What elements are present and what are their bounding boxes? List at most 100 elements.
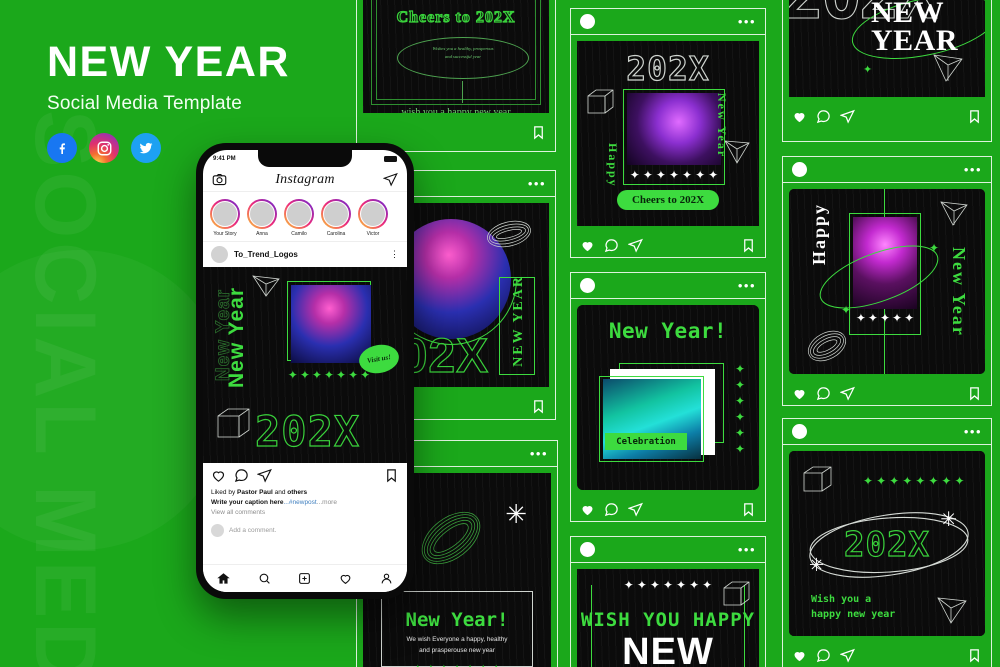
more-options-icon[interactable]: ••• [964, 425, 982, 438]
bookmark-icon[interactable] [967, 386, 982, 401]
bookmark-icon[interactable] [741, 238, 756, 253]
phone-mockup: 9:41 PM Instagram Your Story Anna Camilo… [196, 143, 414, 599]
background-watermark: SOCIAL MEDIA TEM [17, 110, 113, 667]
caption-more[interactable]: ...more [317, 499, 337, 506]
photo-fireworks [627, 93, 721, 165]
comment-icon[interactable] [816, 386, 831, 401]
liked-user[interactable]: Pastor Paul [237, 489, 273, 496]
story-item[interactable]: Camilo [283, 199, 315, 237]
star-row: ✦ ✦ ✦ ✦ ✦ ✦ ✦ ✦ [863, 474, 965, 488]
card-pill-label[interactable]: Cheers to 202X [617, 190, 719, 210]
share-icon[interactable] [840, 648, 855, 663]
coil-shape-icon [411, 499, 491, 577]
heart-icon[interactable] [580, 238, 595, 253]
post-card-wish-you-happy[interactable]: ••• ✦✦✦✦✦✦✦ WISH YOU HAPPY NEW YEAR [570, 536, 766, 667]
add-post-icon[interactable] [298, 572, 311, 585]
bookmark-icon[interactable] [531, 125, 546, 140]
card-actions [571, 496, 765, 522]
card-header: ••• [571, 537, 765, 563]
search-icon[interactable] [258, 572, 271, 585]
comment-icon[interactable] [234, 468, 249, 483]
post-username[interactable]: To_Trend_Logos [234, 250, 384, 259]
bookmark-icon[interactable] [967, 648, 982, 663]
comment-icon[interactable] [604, 502, 619, 517]
cube-shape-icon [723, 581, 751, 609]
share-icon[interactable] [628, 502, 643, 517]
sparkle-icon: ✳ [809, 555, 825, 575]
comment-icon[interactable] [816, 109, 831, 124]
sparkle-icon: ✳ [940, 509, 957, 531]
facebook-icon[interactable] [47, 133, 77, 164]
heart-icon[interactable] [211, 468, 226, 483]
more-options-icon[interactable]: ⋮ [390, 250, 399, 259]
more-options-icon[interactable]: ••• [738, 15, 756, 28]
post-header: To_Trend_Logos ⋮ [203, 241, 407, 267]
post-card-happy-fireworks[interactable]: ••• Happy New Year ✦ ✦ ✦ ✦ ✦ ✦ ✦ [782, 156, 992, 406]
post-card-big-newyear[interactable]: 202X NEW YEAR ✦ ✦ [782, 0, 992, 142]
card-actions [783, 103, 991, 129]
post-card-cheers[interactable]: Cheers to 202X Wishes you a healthy, pro… [356, 0, 556, 152]
caption-line: Write your caption here...#newpost...mor… [211, 498, 399, 508]
bookmark-icon[interactable] [967, 109, 982, 124]
story-item[interactable]: Victor [357, 199, 389, 237]
heart-icon[interactable] [792, 109, 807, 124]
avatar [792, 424, 807, 439]
more-options-icon[interactable]: ••• [964, 163, 982, 176]
card-right-vertical: New Year [715, 93, 729, 159]
instagram-icon[interactable] [89, 133, 119, 164]
twitter-icon[interactable] [131, 133, 161, 164]
more-options-icon[interactable]: ••• [528, 177, 546, 190]
card-actions [357, 119, 555, 145]
liked-by-line: Liked by Pastor Paul and others [211, 488, 399, 498]
triangle-shape-icon [935, 592, 969, 626]
caption-tag[interactable]: ...#newpost [283, 499, 316, 506]
share-icon[interactable] [257, 468, 272, 483]
avatar [580, 542, 595, 557]
heart-icon[interactable] [792, 386, 807, 401]
sparkle-icon: ✳ [505, 499, 527, 529]
share-icon[interactable] [382, 172, 398, 187]
profile-icon[interactable] [380, 572, 393, 585]
view-all-comments[interactable]: View all comments [211, 508, 399, 518]
story-item[interactable]: Anna [246, 199, 278, 237]
coil-shape-icon [803, 326, 851, 366]
story-ring [247, 199, 277, 229]
card-caption: Wish you a happy new year [811, 592, 895, 622]
bookmark-icon[interactable] [384, 468, 399, 483]
share-icon[interactable] [840, 386, 855, 401]
avatar[interactable] [211, 246, 228, 263]
header: NEW YEAR Social Media Template [47, 39, 290, 164]
add-comment-input[interactable]: Add a comment. [229, 527, 276, 534]
star-row: ✦✦✦✦✦✦✦ [363, 663, 551, 667]
post-card-celebration[interactable]: ••• New Year! Celebration ✦ ✦ ✦ ✦ ✦ ✦ [570, 272, 766, 522]
liked-others[interactable]: others [287, 489, 307, 496]
sparkle-column: ✦ ✦ ✦ ✦ ✦ ✦ [734, 362, 745, 456]
more-options-icon[interactable]: ••• [738, 543, 756, 556]
story-item[interactable]: Your Story [209, 199, 241, 237]
stories-row: Your Story Anna Camilo Carolina Victor [203, 192, 407, 241]
heart-icon[interactable] [580, 502, 595, 517]
card-overlay-text: NEW YEAR [871, 0, 958, 55]
story-name: Victor [366, 231, 380, 237]
bookmark-icon[interactable] [531, 399, 546, 414]
card-headline: New Year! [608, 319, 728, 343]
card-header: ••• [571, 273, 765, 299]
heart-icon[interactable] [792, 648, 807, 663]
more-options-icon[interactable]: ••• [738, 279, 756, 292]
comment-icon[interactable] [604, 238, 619, 253]
post-card-cheers-202x[interactable]: ••• 202X ✦ ✦ ✦ ✦ ✦ ✦ ✦ Happy New Year Ch… [570, 8, 766, 258]
post-card-ellipse-202x[interactable]: ••• ✦ ✦ ✦ ✦ ✦ ✦ ✦ ✦ 202X ✳ ✳ Wish you a … [782, 418, 992, 667]
camera-icon[interactable] [212, 172, 227, 187]
more-options-icon[interactable]: ••• [530, 447, 548, 460]
card-art: New Year! Celebration ✦ ✦ ✦ ✦ ✦ ✦ [577, 305, 759, 490]
comment-icon[interactable] [816, 648, 831, 663]
add-comment-row[interactable]: Add a comment. [203, 521, 407, 544]
bookmark-icon[interactable] [741, 502, 756, 517]
story-ring [321, 199, 351, 229]
story-item[interactable]: Carolina [320, 199, 352, 237]
card-headline: New Year! [405, 609, 509, 631]
heart-icon[interactable] [339, 572, 352, 585]
share-icon[interactable] [840, 109, 855, 124]
share-icon[interactable] [628, 238, 643, 253]
home-icon[interactable] [217, 572, 230, 585]
